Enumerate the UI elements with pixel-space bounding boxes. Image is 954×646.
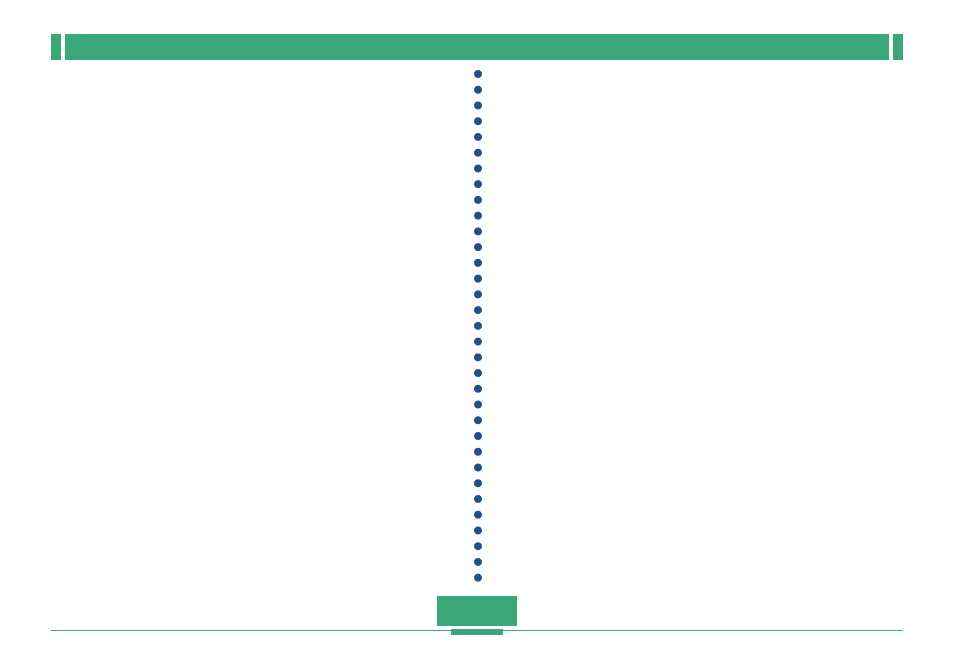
footer <box>51 596 903 636</box>
top-bar <box>51 34 903 60</box>
footer-block-top <box>437 596 517 626</box>
page-root <box>0 0 954 646</box>
top-bar-left-notch <box>51 34 61 60</box>
top-bar-main <box>65 34 889 60</box>
center-divider-dotted <box>474 70 482 582</box>
top-bar-right-notch <box>893 34 903 60</box>
footer-block-bottom <box>451 629 503 635</box>
